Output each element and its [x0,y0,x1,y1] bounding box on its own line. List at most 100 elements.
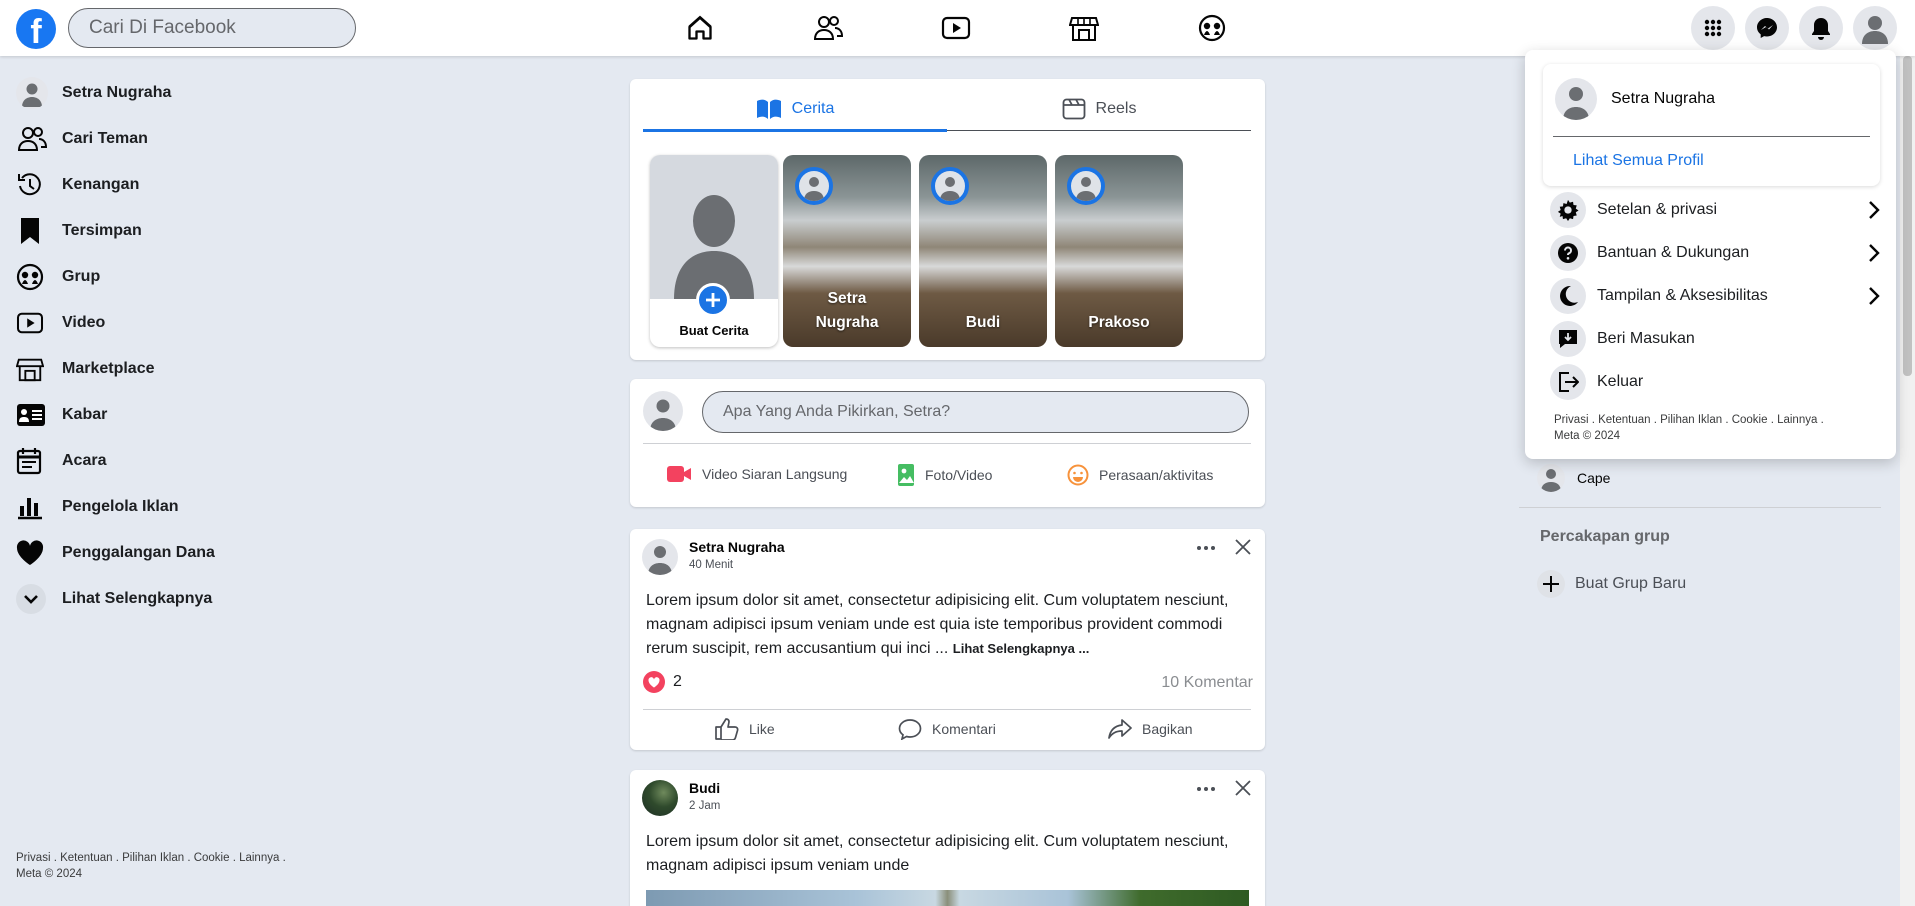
tab-reels[interactable]: Reels [947,93,1251,125]
contact-avatar-icon [1537,464,1565,492]
sidebar-item-label: Kabar [62,406,108,423]
nav-marketplace-icon[interactable] [1064,10,1104,46]
composer-avatar-icon [643,391,683,431]
sidebar-item-find-friends[interactable]: Cari Teman [16,116,316,162]
reaction-summary[interactable]: 2 [643,671,682,693]
contact-item[interactable]: Cape [1537,464,1610,492]
photo-video-label: Foto/Video [925,467,993,483]
post-divider [643,709,1251,710]
nav-home-icon[interactable] [680,10,720,46]
menu-item-logout[interactable]: Keluar [1550,363,1880,401]
photo-video-button[interactable]: Foto/Video [897,463,992,487]
tab-active-indicator [643,129,947,132]
see-all-profiles-link[interactable]: Lihat Semua Profil [1573,152,1704,170]
see-more-link[interactable]: Lihat Selengkapnya ... [953,641,1090,656]
menu-item-display[interactable]: Tampilan & Aksesibilitas [1550,277,1880,315]
profile-avatar-icon[interactable] [1853,6,1897,50]
sidebar-item-memories[interactable]: Kenangan [16,162,316,208]
sidebar-item-label: Pengelola Iklan [62,498,179,515]
post-author-avatar-icon[interactable] [642,539,678,575]
composer-input[interactable]: Apa Yang Anda Pikirkan, Setra? [702,391,1249,433]
sidebar-item-ads-manager[interactable]: Pengelola Iklan [16,484,316,530]
search-input[interactable] [68,8,356,48]
menu-profile-name: Setra Nugraha [1611,90,1716,107]
account-menu: Setra Nugraha Lihat Semua Profil Setelan… [1525,50,1896,459]
story-card[interactable]: Setra Nugraha [783,155,911,347]
menu-item-help[interactable]: Bantuan & Dukungan [1550,234,1880,272]
heart-reaction-icon [643,671,665,693]
post-author-avatar-icon[interactable] [642,780,678,816]
sidebar-item-saved[interactable]: Tersimpan [16,208,316,254]
feeling-activity-button[interactable]: Perasaan/aktivitas [1067,464,1213,486]
sidebar-item-label: Kenangan [62,176,140,193]
sidebar-item-groups[interactable]: Grup [16,254,316,300]
live-video-button[interactable]: Video Siaran Langsung [666,465,847,483]
messenger-icon[interactable] [1745,6,1789,50]
comment-label: Komentari [932,721,996,737]
menu-profile-row[interactable]: Setra Nugraha [1555,78,1715,120]
story-card[interactable]: Budi [919,155,1047,347]
sidebar-item-video[interactable]: Video [16,300,316,346]
marketplace-icon [16,353,52,385]
footer-copyright: Meta © 2024 [16,868,83,880]
nav-friends-icon[interactable] [808,10,848,46]
heart-icon [16,537,52,569]
nav-video-icon[interactable] [936,10,976,46]
sidebar-item-marketplace[interactable]: Marketplace [16,346,316,392]
plus-icon [1537,570,1565,598]
story-author: Budi [965,314,1001,331]
chart-icon [16,491,52,523]
post-timestamp[interactable]: 2 Jam [689,800,720,812]
menu-footer-links[interactable]: Privasi . Ketentuan . Pilihan Iklan . Co… [1554,412,1824,428]
like-button[interactable]: Like [715,718,775,740]
sidebar-item-events[interactable]: Acara [16,438,316,484]
sidebar-footer: Privasi . Ketentuan . Pilihan Iklan . Co… [16,850,286,882]
post-timestamp[interactable]: 40 Menit [689,559,785,571]
tab-stories[interactable]: Cerita [643,93,947,125]
post-image[interactable] [646,890,1249,906]
memories-icon [16,169,52,201]
menu-item-settings[interactable]: Setelan & privasi [1550,191,1880,229]
profile-switcher-card: Setra Nugraha Lihat Semua Profil [1543,64,1880,186]
comment-count[interactable]: 10 Komentar [1161,674,1253,692]
scrollbar-thumb[interactable] [1903,56,1912,376]
menu-grid-icon[interactable] [1691,6,1735,50]
post-author-name[interactable]: Budi [689,780,720,796]
story-avatar-icon [795,167,833,205]
share-button[interactable]: Bagikan [1108,718,1193,740]
close-post-icon[interactable] [1234,779,1252,797]
post-author-name[interactable]: Setra Nugraha [689,539,785,555]
nav-groups-icon[interactable] [1192,10,1232,46]
close-post-icon[interactable] [1234,538,1252,556]
thumbs-up-icon [715,718,739,740]
create-story-card[interactable]: Buat Cerita [650,155,778,347]
page-scrollbar[interactable] [1900,56,1915,906]
sidebar-item-news[interactable]: Kabar [16,392,316,438]
chevron-right-icon [1869,287,1880,305]
create-group-button[interactable]: Buat Grup Baru [1537,570,1686,598]
sidebar-item-label: Lihat Selengkapnya [62,590,213,607]
video-icon [16,307,52,339]
share-label: Bagikan [1142,721,1193,737]
notification-bell-icon[interactable] [1799,6,1843,50]
menu-item-feedback[interactable]: Beri Masukan [1550,320,1880,358]
sidebar-item-see-more[interactable]: Lihat Selengkapnya [16,576,316,622]
more-options-icon[interactable] [1196,780,1216,798]
more-options-icon[interactable] [1196,539,1216,557]
footer-links[interactable]: Privasi . Ketentuan . Pilihan Iklan . Co… [16,850,286,866]
like-label: Like [749,721,775,737]
story-card[interactable]: Prakoso [1055,155,1183,347]
chevron-right-icon [1869,244,1880,262]
story-author: Prakoso [1088,314,1150,331]
add-story-plus-icon[interactable] [696,283,730,317]
facebook-logo[interactable]: f [16,9,56,49]
comment-button[interactable]: Komentari [898,718,996,740]
story-author: Setra Nugraha [815,290,879,331]
menu-item-label: Beri Masukan [1597,330,1695,347]
sidebar-item-fundraisers[interactable]: Penggalangan Dana [16,530,316,576]
book-icon [756,99,781,119]
sidebar-item-label: Acara [62,452,107,469]
sidebar-item-profile[interactable]: Setra Nugraha [16,70,316,116]
group-chats-heading: Percakapan grup [1540,528,1670,545]
feedback-icon [1550,321,1586,357]
